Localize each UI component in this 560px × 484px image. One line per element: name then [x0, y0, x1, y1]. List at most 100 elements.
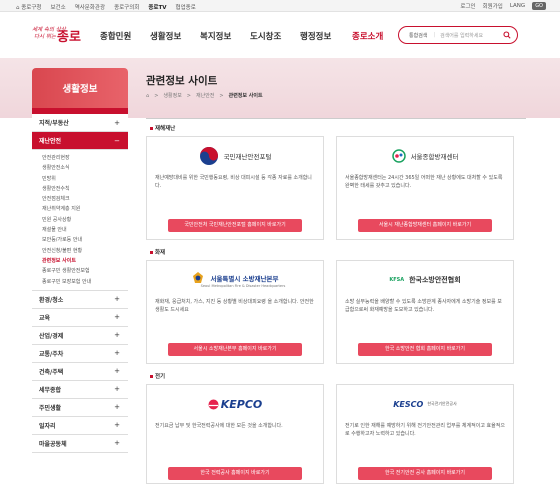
nav-welfare[interactable]: 복지정보 — [200, 30, 231, 42]
submenu-item[interactable]: 안전관리현장 — [42, 153, 128, 163]
sidebar-item-land[interactable]: 지적/부동산 + — [32, 114, 128, 132]
sidebar-item-economy[interactable]: 산업/경제 + — [32, 326, 128, 345]
sidebar-title: 생활정보 — [32, 68, 128, 108]
section-title-disaster: 재해재난 — [150, 124, 175, 132]
site-description: 전기로 인한 재해를 예방하기 위해 전기안전관리 업무를 체계적이고 효율적으… — [345, 423, 505, 437]
plus-icon: + — [114, 367, 120, 376]
submenu-item[interactable]: 종로구민 보장보험 안내 — [42, 277, 128, 287]
sidebar-item-tax[interactable]: 세무종합 + — [32, 380, 128, 399]
submenu-item[interactable]: 민방위 — [42, 174, 128, 184]
submenu-item[interactable]: 재설물 안내 — [42, 225, 128, 235]
site-description: 재화재, 응급처치, 가스, 지진 등 상황별 비상대피요령 을 소개합니다. … — [155, 299, 314, 313]
breadcrumb: ⌂ > 생활정보 > 재난안전 > 관련정보 사이트 — [146, 92, 263, 100]
site-description: 소방 실무능력을 배양할 수 있도록 소방관계 종사자에게 소방기술 정보를 보… — [345, 299, 502, 313]
lang-go-button[interactable]: GO — [532, 2, 546, 10]
topbar-link-collab[interactable]: 협업종로 — [176, 3, 196, 11]
page-title: 관련정보 사이트 — [146, 75, 218, 87]
site-card: 국민재난안전포털 재난예방대비를 위한 국민행동요령, 비상 대피시설 등 각종… — [146, 136, 324, 240]
submenu-item[interactable]: 종로구민 생활안전보험 — [42, 266, 128, 276]
submenu-item[interactable]: 생활안전소식 — [42, 163, 128, 173]
sidebar-item-residents[interactable]: 주민생활 + — [32, 398, 128, 417]
site-logo-kesco: KESCO 한국전기안전공사 — [393, 399, 457, 409]
plus-icon: + — [114, 385, 120, 394]
site-card: 서울종합방재센터 서울종합방재센터는 24시간 365일 어떠한 재난 상황에도… — [336, 136, 514, 240]
plus-icon: + — [114, 118, 120, 127]
nav-city[interactable]: 도시창조 — [250, 30, 281, 42]
visit-site-button[interactable]: 서울시 재난종합방재센터 홈페이지 바로가기 — [358, 219, 492, 232]
kesco-mark: KESCO — [393, 399, 424, 409]
kfsa-mark: KFSA — [389, 277, 405, 283]
minus-icon: − — [114, 136, 120, 145]
nav-civil[interactable]: 종합민원 — [100, 30, 131, 42]
visit-site-button[interactable]: 한국 전력공사 홈페이지 바로가기 — [168, 467, 302, 480]
join-link[interactable]: 회원가입 — [483, 2, 503, 10]
sidebar: 생활정보 지적/부동산 + 재난안전 − 안전관리현장 생활안전소식 민방위 생활안… — [32, 68, 128, 482]
search-bar[interactable]: 통합검색 | 검색어를 입력하세요 — [398, 26, 518, 44]
visit-site-button[interactable]: 한국 전기안전 공사 홈페이지 바로가기 — [358, 467, 492, 480]
site-card: KFSA 한국소방안전협회 소방 실무능력을 배양할 수 있도록 소방관계 종사… — [336, 260, 514, 364]
site-logo-kepco: KEPCO — [147, 385, 323, 423]
login-link[interactable]: 로그인 — [460, 2, 475, 10]
breadcrumb-item[interactable]: 생활정보 — [163, 92, 181, 99]
visit-site-button[interactable]: 서울시 소방재난본부 홈페이지 바로가기 — [168, 343, 302, 356]
site-card: KESCO 한국전기안전공사 전기로 인한 재해를 예방하기 위해 전기안전관리… — [336, 384, 514, 484]
visit-site-button[interactable]: 한국 소방안전 협회 홈페이지 바로가기 — [358, 343, 492, 356]
plus-icon: + — [114, 349, 120, 358]
breadcrumb-item[interactable]: 재난안전 — [196, 92, 214, 99]
site-logo-kfsa: KFSA 한국소방안전협회 — [389, 276, 461, 284]
topbar-link-council[interactable]: 종로구의회 — [114, 3, 139, 11]
sidebar-item-jobs[interactable]: 일자리 + — [32, 416, 128, 435]
search-icon[interactable] — [503, 31, 511, 39]
site-description: 전기요금 납부 및 한국전력공사에 대한 모든 것을 소개합니다. — [155, 423, 283, 429]
plus-icon: + — [114, 439, 120, 448]
nav-about[interactable]: 종로소개 — [352, 30, 383, 42]
sidebar-item-community[interactable]: 마을공동체 + — [32, 434, 128, 453]
topbar-link-health[interactable]: 보건소 — [51, 3, 66, 11]
section-title-electric: 전기 — [150, 372, 165, 380]
submenu-item-current[interactable]: 관련정보 사이트 — [42, 256, 128, 266]
plus-icon: + — [114, 331, 120, 340]
site-description: 서울종합방재센터는 24시간 365일 어떠한 재난 상황에도 대처할 수 있도… — [345, 175, 503, 189]
submenu-item[interactable]: 안전점검체크 — [42, 194, 128, 204]
site-description: 재난예방대비를 위한 국민행동요령, 비상 대피시설 등 각종 자료를 소개합니… — [155, 175, 312, 189]
sidebar-item-education[interactable]: 교육 + — [32, 308, 128, 327]
fire-emblem-icon — [193, 272, 204, 283]
site-logo[interactable]: 세계 속의 상상 다시 뛰는 종로 — [32, 25, 84, 45]
plus-icon: + — [114, 313, 120, 322]
section-title-fire: 화재 — [150, 248, 165, 256]
search-scope-select[interactable]: 통합검색 — [409, 32, 427, 39]
plus-icon: + — [114, 421, 120, 430]
site-logo-seoul-fire: 서울특별시 소방재난본부 Seoul Metropolitan Fire & D… — [147, 261, 323, 299]
submenu-item[interactable]: 생활안전수칙 — [42, 184, 128, 194]
lang-select[interactable]: LANG — [510, 3, 525, 9]
sidebar-item-environment[interactable]: 환경/청소 + — [32, 290, 128, 309]
kepco-emblem-icon — [208, 399, 219, 409]
visit-site-button[interactable]: 국민안전처 국민재난안전포털 홈페이지 바로가기 — [168, 219, 302, 232]
home-icon[interactable]: ⌂ — [146, 93, 149, 99]
sidebar-item-traffic[interactable]: 교통/주차 + — [32, 344, 128, 363]
topbar-link-home[interactable]: ⌂ 종로구청 — [16, 3, 42, 11]
seoul-logo-icon — [391, 149, 406, 163]
site-logo-safekorea: 국민재난안전포털 — [147, 137, 323, 175]
submenu-item[interactable]: 재난취약계층 지원 — [42, 204, 128, 214]
submenu-item[interactable]: 안전신청/불편 현황 — [42, 246, 128, 256]
site-logo-seoul-119: 서울종합방재센터 — [337, 137, 513, 175]
plus-icon: + — [114, 403, 120, 412]
submenu-item[interactable]: 민원 공사상황 — [42, 215, 128, 225]
breadcrumb-current: 관련정보 사이트 — [228, 93, 263, 99]
topbar-link-tour[interactable]: 역사문화관광 — [75, 3, 105, 11]
nav-life[interactable]: 생활정보 — [150, 30, 181, 42]
top-utility-bar: ⌂ 종로구청 보건소 역사문화관광 종로구의회 종로TV 협업종로 로그인 회원… — [0, 0, 560, 12]
submenu-item[interactable]: 보안등/가로등 안내 — [42, 235, 128, 245]
sidebar-item-housing[interactable]: 건축/주택 + — [32, 362, 128, 381]
header: 세계 속의 상상 다시 뛰는 종로 종합민원 생활정보 복지정보 도시창조 행정… — [0, 12, 560, 58]
nav-admin[interactable]: 행정정보 — [300, 30, 331, 42]
site-card: 서울특별시 소방재난본부 Seoul Metropolitan Fire & D… — [146, 260, 324, 364]
site-card: KEPCO 전기요금 납부 및 한국전력공사에 대한 모든 것을 소개합니다. … — [146, 384, 324, 484]
taegeuk-icon — [199, 147, 218, 165]
sidebar-item-disaster[interactable]: 재난안전 − — [32, 132, 128, 150]
plus-icon: + — [114, 295, 120, 304]
topbar-link-tv[interactable]: 종로TV — [148, 3, 166, 11]
sidebar-submenu: 안전관리현장 생활안전소식 민방위 생활안전수칙 안전점검체크 재난취약계층 지… — [32, 150, 128, 291]
search-input[interactable]: 검색어를 입력하세요 — [440, 32, 483, 39]
